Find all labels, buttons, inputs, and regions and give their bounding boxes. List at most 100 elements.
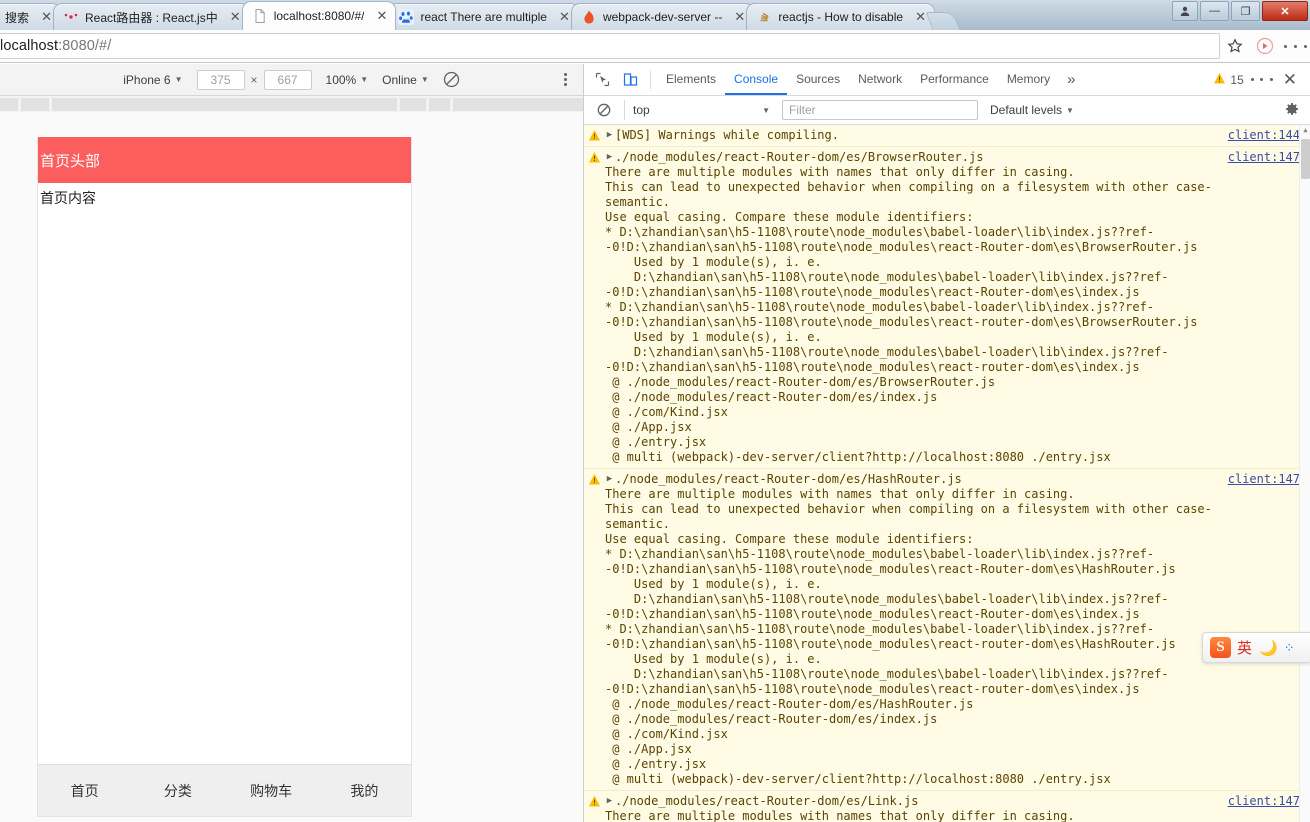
warning-triangle-icon [588, 151, 602, 165]
browser-tab-active[interactable]: localhost:8080/#/ ✕ [241, 1, 397, 30]
device-toolbar-menu-icon[interactable] [557, 71, 573, 88]
tab-close-icon[interactable]: ✕ [228, 9, 243, 25]
page-content-text: 首页内容 [40, 190, 96, 206]
profile-icon[interactable] [1172, 1, 1198, 21]
execution-context-selector[interactable]: top ▼ [624, 100, 776, 120]
chevron-down-icon: ▼ [360, 75, 369, 84]
tab-close-icon[interactable]: ✕ [557, 9, 572, 25]
browser-tab[interactable]: reactjs - How to disable ✕ [746, 3, 936, 30]
rotate-icon[interactable] [443, 71, 460, 88]
browser-tab[interactable]: react There are multiple ✕ [388, 3, 579, 30]
console-source-link[interactable]: client:147 [1228, 472, 1300, 486]
page-header-banner: 首页头部 [38, 137, 411, 183]
page-content-area: 首页内容 [38, 183, 411, 764]
viewport-height-input[interactable]: 667 [263, 69, 312, 90]
page-icon [252, 8, 268, 24]
console-message-body: There are multiple modules with names th… [605, 165, 1212, 464]
kebab-menu-icon[interactable] [1280, 43, 1310, 50]
tabbar-item-cart[interactable]: 购物车 [225, 781, 318, 801]
url-input[interactable]: localhost:8080/#/ [0, 33, 1220, 59]
tab-network[interactable]: Network [849, 64, 911, 95]
viewport-size-group: 375 × 667 [196, 69, 312, 90]
console-source-link[interactable]: client:147 [1228, 150, 1300, 164]
warning-count: 15 [1230, 72, 1244, 87]
console-filter-input[interactable]: Filter [782, 100, 978, 120]
console-message[interactable]: ▶ ./node_modules/react-Router-dom/es/Lin… [584, 791, 1310, 822]
browser-tab[interactable]: React路由器 : React.js中 ✕ [53, 3, 250, 30]
throttling-value: Online [382, 72, 417, 87]
keyboard-icon[interactable]: ⁘ [1284, 640, 1295, 656]
clear-console-icon[interactable] [590, 97, 618, 123]
chevron-down-icon: ▼ [420, 75, 429, 84]
gear-icon[interactable] [1284, 101, 1300, 120]
device-name: iPhone 6 [123, 72, 171, 87]
sogou-ime-toolbar[interactable]: S 英 🌙 ⁘ [1202, 632, 1310, 663]
scroll-up-arrow-icon[interactable]: ▲ [1302, 126, 1309, 134]
viewport-ruler [0, 96, 583, 112]
page-header-text: 首页头部 [40, 152, 101, 170]
tabbar-item-home[interactable]: 首页 [38, 781, 131, 801]
warning-count-badge[interactable]: 15 [1213, 72, 1244, 88]
maximize-button[interactable]: ❐ [1231, 1, 1260, 21]
warning-triangle-icon [1213, 72, 1226, 88]
devtools-close-icon[interactable]: ✕ [1276, 71, 1304, 88]
minimize-button[interactable]: — [1200, 1, 1229, 21]
expand-arrow-icon[interactable]: ▶ [604, 796, 615, 806]
tab-title: 搜索 [5, 10, 30, 25]
devtools-panel: Elements Console Sources Network Perform… [583, 64, 1310, 822]
moon-icon[interactable]: 🌙 [1259, 639, 1278, 657]
chevron-down-icon: ▼ [174, 75, 183, 84]
browser-tab[interactable]: webpack-dev-server -- ✕ [570, 3, 755, 30]
ime-mode-label[interactable]: 英 [1237, 637, 1252, 658]
more-panels-icon[interactable]: » [1059, 71, 1083, 88]
close-button[interactable]: ✕ [1262, 1, 1308, 21]
devtools-tab-bar: Elements Console Sources Network Perform… [584, 64, 1310, 96]
tab-close-icon[interactable]: ✕ [374, 8, 389, 24]
expand-arrow-icon[interactable]: ▶ [604, 130, 615, 140]
tab-performance[interactable]: Performance [911, 64, 998, 95]
multiply-symbol: × [250, 72, 258, 87]
console-source-link[interactable]: client:147 [1228, 794, 1300, 808]
console-message[interactable]: ▶ ./node_modules/react-Router-dom/es/Has… [584, 469, 1310, 791]
devtools-menu-icon[interactable] [1248, 67, 1276, 93]
tab-close-icon[interactable]: ✕ [732, 9, 747, 25]
tab-memory[interactable]: Memory [998, 64, 1059, 95]
console-message[interactable]: ▶ ./node_modules/react-Router-dom/es/Bro… [584, 147, 1310, 469]
browser-tab[interactable]: 搜索 ✕ [0, 3, 62, 30]
device-selector[interactable]: iPhone 6 ▼ [123, 73, 182, 87]
tab-elements[interactable]: Elements [657, 64, 725, 95]
console-scrollbar[interactable]: ▲ [1299, 125, 1310, 822]
tabbar-item-category[interactable]: 分类 [131, 781, 224, 801]
tabs-container: 搜索 ✕ React路由器 : React.js中 ✕ localhost:80… [0, 0, 1170, 30]
tabbar-item-mine[interactable]: 我的 [318, 781, 411, 801]
log-levels-selector[interactable]: Default levels ▼ [990, 103, 1074, 117]
extension-icon[interactable] [1250, 36, 1280, 56]
viewport-width-input[interactable]: 375 [196, 69, 245, 90]
console-message-body: There are multiple modules with names th… [605, 809, 1075, 822]
tab-title: reactjs - How to disable [778, 10, 904, 24]
warning-triangle-icon [588, 795, 602, 809]
bottom-tab-bar: 首页 分类 购物车 我的 [38, 764, 411, 816]
zoom-selector[interactable]: 100% ▼ [326, 73, 369, 87]
star-icon[interactable] [1220, 38, 1250, 54]
expand-arrow-icon[interactable]: ▶ [604, 152, 615, 162]
console-message-title: ./node_modules/react-Router-dom/es/Link.… [615, 794, 919, 808]
inspect-cursor-icon[interactable] [588, 67, 616, 93]
console-message[interactable]: ▶ [WDS] Warnings while compiling. client… [584, 125, 1310, 147]
console-output[interactable]: ▶ [WDS] Warnings while compiling. client… [584, 125, 1310, 822]
log-levels-value: Default levels [990, 103, 1063, 117]
window-controls: — ❐ ✕ [1170, 0, 1308, 30]
expand-arrow-icon[interactable]: ▶ [604, 474, 615, 484]
tab-close-icon[interactable]: ✕ [39, 9, 54, 25]
baidu-icon [398, 9, 415, 25]
throttling-selector[interactable]: Online ▼ [382, 73, 429, 87]
devtools-tabbar-right: 15 ✕ [1213, 67, 1310, 93]
execution-context-value: top [633, 103, 650, 117]
tab-console[interactable]: Console [725, 64, 787, 95]
console-source-link[interactable]: client:144 [1228, 128, 1300, 142]
console-scrollbar-thumb[interactable] [1301, 139, 1310, 179]
device-toolbar-icon[interactable] [616, 67, 644, 93]
tab-sources[interactable]: Sources [787, 64, 849, 95]
device-emulation-toolbar: iPhone 6 ▼ 375 × 667 100% ▼ Online ▼ [0, 64, 583, 96]
new-tab-button[interactable] [925, 12, 961, 30]
